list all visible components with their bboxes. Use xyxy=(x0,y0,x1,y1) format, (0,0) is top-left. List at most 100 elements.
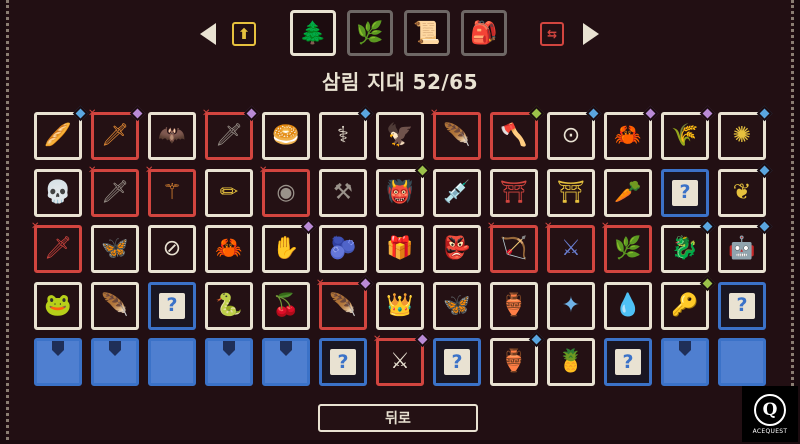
item-icon: 🥯 xyxy=(272,123,300,148)
collection-slot[interactable]: 🪶 ✕ xyxy=(316,275,374,330)
collection-slot[interactable]: 🪓 xyxy=(490,105,545,160)
prev-page-arrow-icon[interactable] xyxy=(200,23,216,45)
collection-slot[interactable]: 🎁 xyxy=(376,225,424,273)
locked-slot[interactable] xyxy=(91,338,139,386)
collection-slot[interactable]: 🗡 ✕ xyxy=(88,164,139,217)
collection-slot[interactable]: 🏹 ✕ xyxy=(487,221,538,273)
collection-slot[interactable]: ? xyxy=(604,338,652,386)
collection-slot[interactable]: 🦅 xyxy=(376,112,424,160)
cursed-mark-icon: ✕ xyxy=(487,221,496,232)
collection-slot[interactable]: 🥕 xyxy=(604,168,652,217)
item-icon: 🍒 xyxy=(272,292,300,318)
item-icon: 🗡 xyxy=(101,123,129,148)
collection-slot[interactable]: ◉ ✕ xyxy=(259,165,310,217)
collection-slot[interactable]: 🦇 xyxy=(148,112,196,160)
locked-slot[interactable] xyxy=(205,338,253,386)
collection-slot[interactable]: ⚕ xyxy=(319,105,374,160)
collection-slot[interactable]: 💧 xyxy=(604,281,652,330)
collection-slot[interactable]: 🍒 xyxy=(262,281,310,330)
collection-slot[interactable]: ⊙ xyxy=(547,105,602,160)
locked-slot[interactable] xyxy=(262,338,310,386)
unknown-item-icon: ? xyxy=(729,292,755,319)
scroll-icon: 📜 xyxy=(413,20,441,46)
item-icon: 🪓 xyxy=(500,123,528,148)
collection-slot[interactable]: ❦ xyxy=(718,162,773,217)
collection-slot[interactable]: 🌾 xyxy=(661,105,716,160)
collection-slot[interactable]: 💉 xyxy=(433,168,481,217)
collection-slot[interactable]: 🔑 xyxy=(661,275,716,330)
collection-slot[interactable]: 🪶 xyxy=(91,281,139,330)
collection-slot[interactable]: 🐉 xyxy=(661,218,716,273)
collection-slot[interactable]: 👹 xyxy=(376,162,431,217)
collection-slot[interactable]: ? xyxy=(319,338,367,386)
collection-slot[interactable]: 🏺 xyxy=(490,331,545,386)
item-icon: ⚔ xyxy=(390,349,410,374)
tab-backpack[interactable]: 🎒 xyxy=(461,10,507,56)
item-icon: 🪶 xyxy=(443,123,471,148)
item-icon: 🦅 xyxy=(386,123,414,148)
locked-slot[interactable] xyxy=(718,338,766,386)
collection-slot[interactable]: 🤖 xyxy=(718,218,773,273)
collection-slot[interactable]: 🐸 xyxy=(34,281,82,330)
rarity-badge-icon xyxy=(756,218,773,235)
collection-slot[interactable]: 👑 xyxy=(376,281,424,330)
collection-slot[interactable]: ✋ xyxy=(262,218,317,273)
collection-slot[interactable]: ⚔ ✕ xyxy=(373,331,431,386)
tab-scroll[interactable]: 📜 xyxy=(404,10,450,56)
collection-slot[interactable]: 🥖 xyxy=(34,105,89,160)
collection-slot[interactable]: ⛩ xyxy=(490,168,538,217)
cursed-mark-icon: ✕ xyxy=(544,221,553,232)
collection-slot[interactable]: 🫐 xyxy=(319,225,367,273)
back-button[interactable]: 뒤로 xyxy=(318,404,478,432)
collection-slot[interactable]: 🗡 ✕ xyxy=(88,105,146,160)
locked-slot[interactable] xyxy=(34,338,82,386)
collection-slot[interactable]: 🌿 ✕ xyxy=(601,222,652,273)
unknown-item-icon: ? xyxy=(672,179,698,206)
collection-slot[interactable]: ? xyxy=(148,281,196,330)
collection-slot[interactable]: ? xyxy=(433,338,481,386)
next-page-arrow-icon[interactable] xyxy=(583,23,599,45)
tab-forest[interactable]: 🌲 xyxy=(290,10,336,56)
cursed-mark-icon: ✕ xyxy=(145,164,154,176)
collection-slot[interactable]: ✦ xyxy=(547,281,595,330)
collection-slot[interactable]: ⚔ ✕ xyxy=(544,221,595,273)
collection-slot[interactable]: ✏ xyxy=(205,168,253,217)
collection-slot[interactable]: 👺 xyxy=(433,225,481,273)
collection-slot[interactable]: ⊘ xyxy=(148,225,196,273)
item-icon: ⚔ xyxy=(561,236,581,261)
item-icon: 👺 xyxy=(443,236,471,261)
item-icon: 🤖 xyxy=(728,236,756,261)
cursed-mark-icon: ✕ xyxy=(88,108,97,119)
collection-slot[interactable]: 🐍 xyxy=(205,281,253,330)
collection-slot[interactable]: 🏺 xyxy=(490,281,538,330)
item-icon: 🪶 xyxy=(329,292,357,318)
tab-plants[interactable]: 🌿 xyxy=(347,10,393,56)
collection-slot[interactable]: 🦀 xyxy=(205,225,253,273)
sort-button[interactable]: ⇆ xyxy=(540,22,564,46)
collection-slot[interactable]: ? xyxy=(661,168,709,217)
collection-slot[interactable]: 🦀 xyxy=(604,105,659,160)
collection-slot[interactable]: ⚒ xyxy=(319,168,367,217)
up-arrow-button[interactable]: ⬆ xyxy=(232,22,256,46)
collection-slot[interactable]: 🥯 xyxy=(262,112,310,160)
item-icon: 🔑 xyxy=(671,292,699,318)
collection-slot[interactable]: ✺ xyxy=(718,105,773,160)
item-icon: 🐍 xyxy=(215,292,243,318)
collection-slot[interactable]: 💀 xyxy=(34,168,82,217)
collection-slot[interactable]: ⚚ ✕ xyxy=(145,164,196,217)
collection-slot[interactable]: 🍍 xyxy=(547,338,595,386)
item-icon: 🐸 xyxy=(44,292,72,318)
locked-slot[interactable] xyxy=(148,338,196,386)
item-icon: 🗡 xyxy=(215,123,243,148)
cursed-mark-icon: ✕ xyxy=(88,164,97,176)
rarity-badge-icon xyxy=(756,162,773,178)
collection-slot[interactable]: 🦋 xyxy=(91,225,139,273)
collection-slot[interactable]: ? xyxy=(718,281,766,330)
collection-slot[interactable]: 🦋 xyxy=(433,281,481,330)
item-icon: ❦ xyxy=(732,179,752,205)
collection-slot[interactable]: 🗡 ✕ xyxy=(202,105,260,160)
locked-slot[interactable] xyxy=(661,338,709,386)
collection-slot[interactable]: 🪶 ✕ xyxy=(430,109,481,160)
collection-slot[interactable]: 🗡 ✕ xyxy=(31,222,82,273)
collection-slot[interactable]: ⛩ xyxy=(547,168,595,217)
